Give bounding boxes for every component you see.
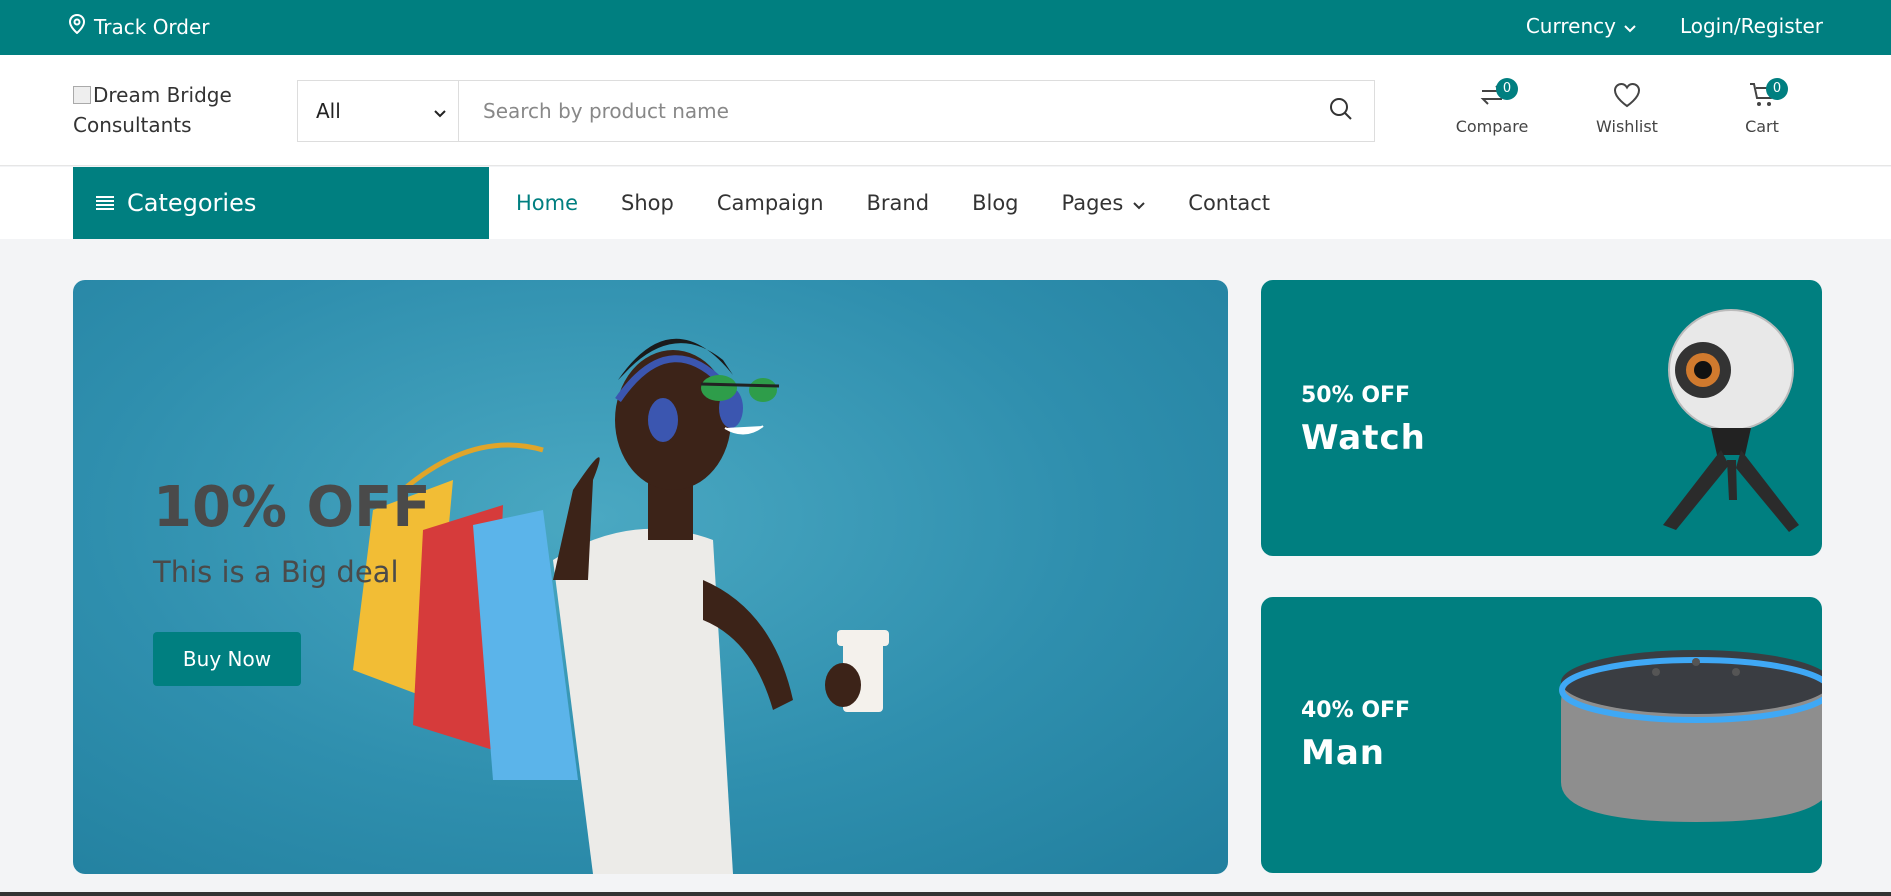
promo-banner-man[interactable]: 40% OFF Man — [1261, 597, 1822, 873]
chevron-down-icon — [434, 99, 446, 123]
promo-banner-watch[interactable]: 50% OFF Watch — [1261, 280, 1822, 556]
currency-label: Currency — [1525, 14, 1616, 38]
cart-label: Cart — [1745, 117, 1779, 136]
login-register-link[interactable]: Login/Register — [1680, 14, 1823, 38]
nav-item-blog[interactable]: Blog — [972, 191, 1018, 215]
heart-icon — [1613, 82, 1641, 112]
nav-item-shop[interactable]: Shop — [621, 191, 674, 215]
nav-item-home[interactable]: Home — [516, 191, 578, 215]
camera-product-image — [1663, 309, 1799, 532]
search-button[interactable] — [1308, 81, 1374, 141]
nav-item-campaign[interactable]: Campaign — [717, 191, 824, 215]
categories-label: Categories — [127, 189, 257, 217]
cart-button[interactable]: 0 Cart — [1707, 77, 1817, 136]
promo-discount: 50% OFF — [1301, 383, 1411, 408]
compare-count-badge: 0 — [1496, 78, 1518, 100]
buy-now-button[interactable]: Buy Now — [153, 632, 301, 686]
nav-item-contact[interactable]: Contact — [1188, 191, 1270, 215]
wishlist-button[interactable]: Wishlist — [1572, 77, 1682, 136]
search-category-value: All — [316, 99, 341, 123]
nav-item-pages[interactable]: Pages — [1062, 191, 1146, 215]
compare-button[interactable]: 0 Compare — [1437, 77, 1547, 136]
logo-alt-text: Dream Bridge Consultants — [73, 83, 232, 137]
cart-count-badge: 0 — [1766, 78, 1788, 100]
menu-icon — [95, 189, 115, 217]
chevron-down-icon — [1624, 14, 1636, 38]
hero-title: 10% OFF — [153, 475, 431, 540]
bottom-divider — [0, 892, 1891, 896]
location-pin-icon — [68, 13, 86, 39]
currency-dropdown[interactable]: Currency — [1526, 14, 1636, 38]
main-header: Dream Bridge Consultants All Search by p… — [0, 55, 1891, 166]
track-order-label: Track Order — [94, 14, 210, 39]
broken-image-icon — [73, 86, 91, 104]
main-nav: Categories Home Shop Campaign Brand Blog… — [0, 167, 1891, 239]
search-input[interactable]: Search by product name — [459, 81, 1308, 141]
track-order-link[interactable]: Track Order — [68, 13, 210, 39]
categories-button[interactable]: Categories — [73, 167, 489, 239]
compare-label: Compare — [1455, 117, 1529, 136]
promo-product-name: Man — [1301, 733, 1385, 773]
search-category-select[interactable]: All — [298, 81, 459, 141]
nav-item-pages-label: Pages — [1061, 191, 1124, 215]
smart-speaker-product-image — [1559, 650, 1822, 822]
search-bar: All Search by product name — [297, 80, 1375, 142]
promo-product-name: Watch — [1301, 418, 1426, 458]
nav-item-brand[interactable]: Brand — [867, 191, 930, 215]
hero-banner[interactable]: 10% OFF This is a Big deal Buy Now — [73, 280, 1228, 874]
top-bar: Track Order Currency Login/Register — [0, 0, 1891, 55]
hero-subtitle: This is a Big deal — [153, 555, 399, 589]
search-icon — [1329, 97, 1353, 125]
promo-discount: 40% OFF — [1301, 698, 1411, 723]
wishlist-label: Wishlist — [1596, 117, 1658, 136]
chevron-down-icon — [1133, 191, 1145, 215]
site-logo[interactable]: Dream Bridge Consultants — [73, 80, 243, 140]
